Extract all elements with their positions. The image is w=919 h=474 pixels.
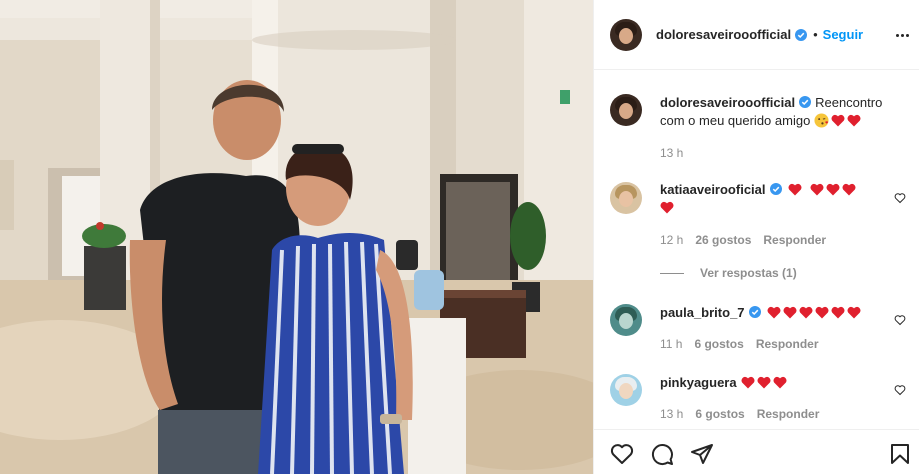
like-comment-heart-icon[interactable] — [894, 314, 906, 326]
reply-button[interactable]: Responder — [756, 337, 819, 351]
comment-body: katiaaveirooficial — [660, 181, 890, 217]
comment-username[interactable]: katiaaveirooficial — [660, 182, 766, 197]
caption-username[interactable]: doloresaveirooofficial — [660, 95, 795, 110]
post-photo[interactable] — [0, 0, 593, 474]
comment-meta: 13 h 6 gostos Responder — [660, 407, 831, 421]
follow-button[interactable]: Seguir — [823, 27, 863, 42]
comment-likes[interactable]: 26 gostos — [695, 233, 751, 247]
red-heart-emoji-icon — [815, 306, 829, 319]
red-heart-emoji-icon — [826, 183, 839, 196]
comment-likes[interactable]: 6 gostos — [695, 407, 744, 421]
header-separator: • — [813, 27, 818, 42]
red-heart-emoji-icon — [831, 306, 845, 319]
bookmark-icon[interactable] — [888, 442, 912, 466]
view-replies-button[interactable]: Ver respostas (1) — [660, 266, 797, 280]
comment-meta: 11 h 6 gostos Responder — [660, 337, 831, 351]
verified-badge-icon — [769, 183, 782, 195]
verified-badge-icon — [799, 96, 812, 108]
author-avatar[interactable] — [610, 18, 642, 51]
verified-badge-icon — [795, 28, 808, 41]
red-heart-emoji-icon — [767, 306, 781, 319]
post-actions-bar — [594, 429, 919, 474]
instagram-post: doloresaveirooofficial • Seguir doloresa… — [0, 0, 919, 474]
replies-line — [660, 272, 684, 274]
paper-plane-icon[interactable] — [690, 442, 714, 466]
caption-body: doloresaveirooofficial Reencontro com o m… — [660, 94, 890, 130]
like-comment-heart-icon[interactable] — [894, 384, 906, 396]
comment-time[interactable]: 12 h — [660, 233, 683, 247]
comment-username[interactable]: pinkyaguera — [660, 375, 737, 390]
red-heart-emoji-icon — [831, 114, 845, 127]
commenter-avatar[interactable] — [610, 374, 642, 406]
comment-body: pinkyaguera — [660, 374, 890, 392]
red-heart-emoji-icon — [757, 376, 771, 389]
red-heart-emoji-icon — [810, 183, 823, 196]
comment: pinkyaguera 13 h 6 gostos Responder — [610, 374, 910, 429]
comment-likes[interactable]: 6 gostos — [694, 337, 743, 351]
author-username[interactable]: doloresaveirooofficial — [656, 27, 791, 42]
red-heart-emoji-icon — [799, 306, 813, 319]
caption-avatar[interactable] — [610, 94, 642, 126]
heart-icon[interactable] — [610, 442, 634, 466]
red-heart-emoji-icon — [847, 114, 861, 127]
comment-body: paula_brito_7 — [660, 304, 890, 322]
red-heart-emoji-icon — [847, 306, 861, 319]
commenter-avatar[interactable] — [610, 304, 642, 336]
photo-illustration — [0, 0, 593, 474]
comment-time[interactable]: 11 h — [660, 337, 682, 351]
red-heart-emoji-icon — [788, 183, 801, 196]
like-comment-heart-icon[interactable] — [894, 192, 906, 204]
comment: paula_brito_7 11 h 6 gostos Responder — [610, 304, 910, 360]
verified-badge-icon — [748, 306, 761, 318]
post-header: doloresaveirooofficial • Seguir — [594, 0, 919, 70]
winking-kiss-emoji-icon — [814, 113, 829, 128]
comments-list: doloresaveirooofficial Reencontro com o m… — [594, 71, 919, 429]
red-heart-emoji-icon — [741, 376, 755, 389]
red-heart-emoji-icon — [660, 201, 674, 214]
post-details-panel: doloresaveirooofficial • Seguir doloresa… — [593, 0, 919, 474]
red-heart-emoji-icon — [783, 306, 797, 319]
red-heart-emoji-icon — [842, 183, 855, 196]
more-options-icon[interactable] — [896, 27, 912, 43]
caption-time[interactable]: 13 h — [660, 146, 683, 160]
red-heart-emoji-icon — [773, 376, 787, 389]
commenter-avatar[interactable] — [610, 182, 642, 214]
reply-button[interactable]: Responder — [757, 407, 820, 421]
comment-username[interactable]: paula_brito_7 — [660, 305, 745, 320]
comment: katiaaveirooficial 12 h 26 gostos Responde… — [610, 182, 910, 252]
view-replies-label[interactable]: Ver respostas (1) — [700, 266, 797, 280]
caption: doloresaveirooofficial Reencontro com o m… — [610, 94, 910, 164]
caption-meta: 13 h — [660, 146, 695, 160]
reply-button[interactable]: Responder — [763, 233, 826, 247]
comment-time[interactable]: 13 h — [660, 407, 683, 421]
comment-meta: 12 h 26 gostos Responder — [660, 233, 838, 247]
comment-icon[interactable] — [650, 442, 674, 466]
